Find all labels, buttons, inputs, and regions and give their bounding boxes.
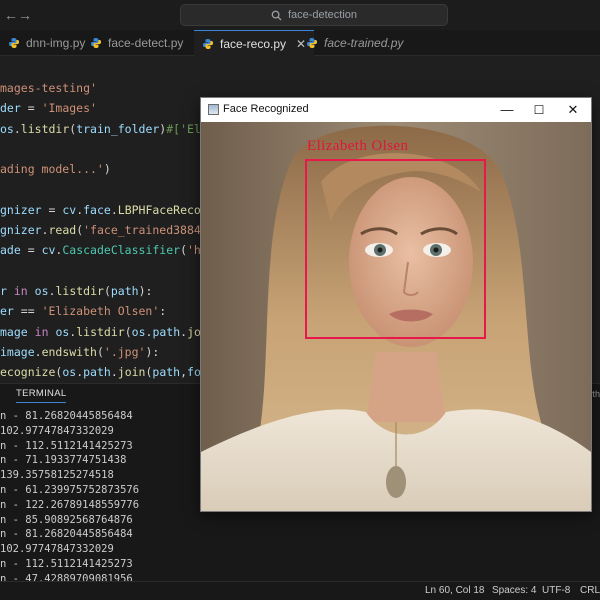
code-token: cv [62, 202, 77, 217]
code-token: mages-testing' [0, 81, 97, 95]
code-token: der [0, 101, 21, 116]
code-token: cv [41, 243, 56, 258]
code-token: os [55, 324, 70, 339]
code-token: os [131, 324, 146, 339]
code-token: join [117, 365, 146, 380]
window-title: Face Recognized [223, 103, 309, 115]
code-line[interactable]: r in os.listdir(path): [0, 281, 152, 301]
indentation[interactable]: Spaces: 4 [492, 585, 536, 596]
arrow-left-icon[interactable]: ← [4, 7, 18, 23]
tab-label: face-detect.py [108, 36, 184, 50]
code-line[interactable]: mages-testing' [0, 78, 97, 98]
python-file-icon [307, 38, 317, 48]
code-token: ( [103, 284, 111, 298]
maximize-button[interactable]: ☐ [523, 100, 555, 120]
code-token: in [34, 324, 49, 339]
code-token: = [41, 202, 63, 217]
code-token: ade [0, 243, 21, 258]
code-token: ecognize [0, 365, 56, 380]
python-file-icon [9, 38, 19, 48]
code-token: = [20, 243, 42, 258]
minimize-button[interactable]: — [491, 100, 523, 120]
code-token: 'Elizabeth Olsen' [41, 304, 160, 319]
code-line[interactable]: der = 'Images' [0, 98, 97, 118]
code-token: . [110, 365, 118, 380]
code-token: train_folder [76, 121, 160, 136]
tab-face-trained[interactable]: face-trained.py [298, 30, 411, 56]
code-token: os [34, 284, 49, 298]
code-token: ading model...' [0, 162, 104, 177]
face-bounding-box [305, 159, 486, 339]
code-token: path [152, 365, 181, 380]
code-token: , [180, 365, 188, 380]
code-token: read [48, 223, 77, 238]
tab-terminal[interactable]: TERMINAL [16, 388, 67, 403]
code-token: er [0, 304, 14, 319]
code-token: gnizer [0, 223, 42, 238]
code-token: path [83, 365, 111, 380]
command-center-search[interactable]: face-detection [180, 4, 448, 26]
window-app-icon [208, 104, 219, 115]
code-token: os [62, 365, 77, 380]
tab-dnn-img[interactable]: dnn-img.py [0, 30, 93, 56]
code-token: ( [124, 324, 132, 339]
code-token: ): [138, 284, 153, 298]
tab-label: face-reco.py [220, 36, 287, 51]
face-recognized-window[interactable]: Face Recognized — ☐ ✕ Elizabeth Olsen [200, 97, 592, 512]
code-token: in [13, 284, 28, 298]
code-token: : [159, 304, 167, 319]
python-file-icon [203, 38, 213, 49]
code-token: listdir [20, 121, 70, 136]
code-token: CascadeClassifier [62, 243, 181, 258]
code-token: ) [103, 162, 111, 177]
code-token: . [13, 121, 21, 136]
code-token: == [13, 304, 42, 319]
search-icon [271, 10, 282, 21]
code-token: image [0, 344, 35, 359]
code-token: gnizer [0, 202, 42, 217]
code-line[interactable]: er == 'Elizabeth Olsen': [0, 301, 166, 321]
code-token: mage [0, 324, 28, 339]
code-token: ( [180, 243, 187, 258]
tab-label: face-trained.py [324, 36, 404, 50]
tab-face-reco[interactable]: face-reco.py ✕ [194, 30, 315, 56]
code-token: listdir [55, 284, 104, 298]
code-line[interactable]: image.endswith('.jpg'): [0, 342, 159, 362]
code-token: listdir [76, 324, 125, 339]
status-bar: Ln 60, Col 18 Spaces: 4 UTF-8 CRLF [0, 581, 600, 600]
code-token: . [110, 202, 118, 217]
close-button[interactable]: ✕ [557, 100, 589, 120]
code-token: ( [96, 344, 104, 359]
code-token: '.jpg' [103, 344, 146, 359]
code-token: path [152, 324, 181, 339]
code-token: ): [145, 344, 160, 359]
code-token: 'Images' [41, 101, 97, 116]
code-token: endswith [41, 344, 97, 359]
recognized-image: Elizabeth Olsen [201, 122, 591, 511]
code-token: os [0, 121, 14, 136]
code-token: face [83, 202, 111, 217]
face-label: Elizabeth Olsen [307, 138, 409, 154]
editor-tab-bar: dnn-img.py face-detect.py face-reco.py ✕… [0, 30, 600, 56]
search-text: face-detection [287, 9, 358, 21]
code-token: = [20, 101, 42, 116]
title-bar: ← → face-detection [0, 0, 600, 30]
window-title-bar[interactable]: Face Recognized — ☐ ✕ [201, 98, 591, 122]
code-line[interactable]: ading model...') [0, 159, 111, 179]
line-endings[interactable]: CRLF [580, 585, 600, 596]
encoding[interactable]: UTF-8 [542, 585, 570, 596]
code-token: r [0, 284, 7, 298]
code-token: . [34, 344, 42, 359]
tab-label: dnn-img.py [26, 36, 86, 50]
tab-face-detect[interactable]: face-detect.py [82, 30, 191, 56]
python-file-icon [91, 38, 101, 48]
arrow-right-icon[interactable]: → [18, 7, 32, 23]
code-token: path [110, 284, 139, 298]
cursor-position[interactable]: Ln 60, Col 18 [425, 585, 485, 596]
